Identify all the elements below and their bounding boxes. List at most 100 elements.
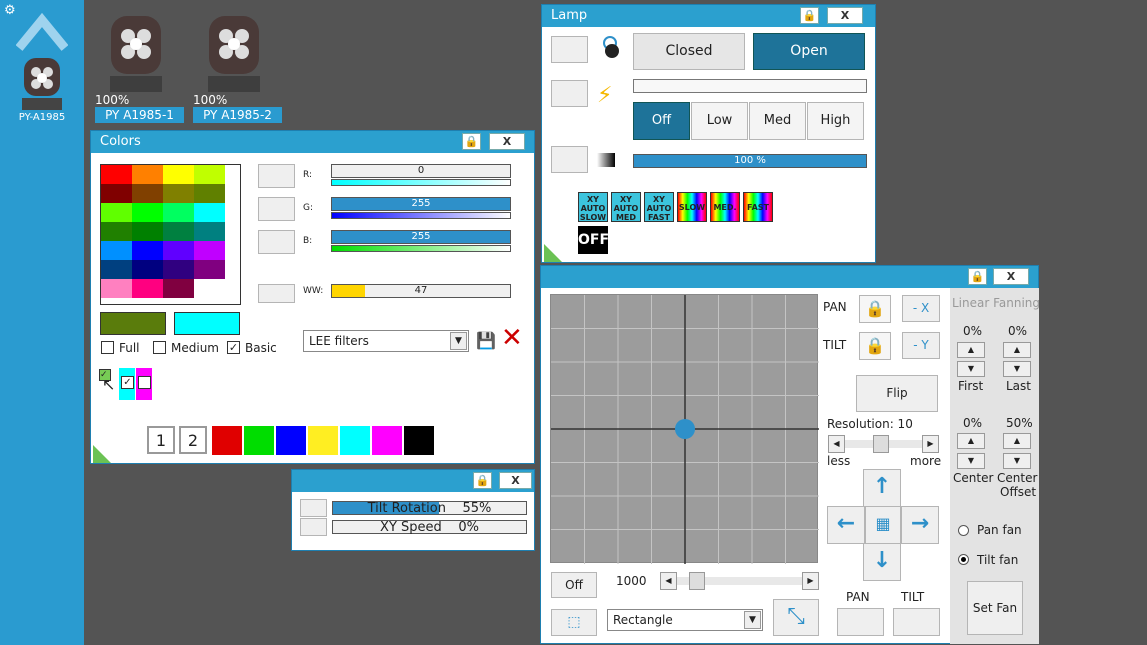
palette-swatch[interactable]	[132, 260, 163, 279]
offset-up-icon[interactable]: ▲	[1003, 433, 1031, 449]
up-arrow-icon[interactable]	[16, 12, 68, 52]
palette-swatch[interactable]	[101, 165, 132, 184]
page-button[interactable]: 2	[179, 426, 207, 454]
arrow-down-icon[interactable]: ↓	[863, 543, 901, 581]
ww-slider[interactable]: 47	[331, 284, 511, 298]
channel-button[interactable]	[258, 164, 295, 188]
palette-swatch[interactable]	[163, 165, 194, 184]
page-button[interactable]: 1	[147, 426, 175, 454]
option-checkbox[interactable]: ✓	[227, 341, 240, 354]
palette-swatch[interactable]	[194, 203, 225, 222]
invert-y-button[interactable]: - Y	[902, 332, 940, 359]
channel-button[interactable]	[258, 197, 295, 221]
dimmer-slider[interactable]: 100 %	[633, 154, 867, 168]
quick-color-swatch[interactable]	[404, 426, 434, 455]
speed-row-button[interactable]	[300, 499, 327, 517]
gear-icon[interactable]: ⚙	[4, 3, 16, 18]
cyan-channel-indicator[interactable]: ✓	[119, 368, 135, 400]
offset-down-icon[interactable]: ▼	[1003, 453, 1031, 469]
arrow-left-icon[interactable]: ←	[827, 506, 865, 544]
center-grid-icon[interactable]: ▦	[865, 506, 901, 544]
speed-left-icon[interactable]: ◀	[660, 572, 677, 590]
channel-slider[interactable]: 255	[331, 230, 511, 244]
tilt-preset-button[interactable]	[893, 608, 940, 636]
set-fan-button[interactable]: Set Fan	[967, 581, 1023, 635]
palette-swatch[interactable]	[101, 203, 132, 222]
pantilt-titlebar[interactable]: 🔒 X	[541, 266, 1038, 288]
palette-swatch[interactable]	[132, 184, 163, 203]
palette-swatch[interactable]	[132, 203, 163, 222]
off-macro-button[interactable]: OFF	[578, 226, 609, 254]
resolution-left-icon[interactable]: ◀	[828, 435, 845, 453]
fixture-1[interactable]: 100% PY A1985-1	[95, 14, 185, 124]
close-button[interactable]: X	[993, 268, 1029, 285]
first-down-icon[interactable]: ▼	[957, 361, 985, 377]
save-icon[interactable]: 💾	[476, 331, 496, 350]
flip-button[interactable]: Flip	[856, 375, 938, 412]
quick-color-swatch[interactable]	[372, 426, 402, 455]
option-checkbox[interactable]	[153, 341, 166, 354]
closed-button[interactable]: Closed	[633, 33, 745, 70]
option-checkbox[interactable]	[101, 341, 114, 354]
xy-pad[interactable]	[550, 294, 819, 564]
quick-color-swatch[interactable]	[340, 426, 370, 455]
lamp-mode-button[interactable]: Low	[691, 102, 748, 140]
tilt-fan-radio[interactable]	[958, 554, 969, 565]
color-palette[interactable]	[100, 164, 241, 305]
palette-swatch[interactable]	[163, 203, 194, 222]
palette-swatch[interactable]	[194, 165, 225, 184]
palette-swatch[interactable]	[132, 279, 163, 298]
filter-select[interactable]: LEE filters ▼	[303, 330, 469, 352]
channel-slider[interactable]: 255	[331, 197, 511, 211]
lamp-mode-button[interactable]: High	[807, 102, 864, 140]
close-button[interactable]: X	[827, 7, 863, 24]
pan-fan-radio[interactable]	[958, 525, 969, 536]
speed-thumb[interactable]	[689, 572, 705, 590]
palette-swatch[interactable]	[163, 184, 194, 203]
fixture-2[interactable]: 100% PY A1985-2	[193, 14, 283, 124]
lamp-titlebar[interactable]: Lamp 🔒 X	[542, 5, 875, 27]
lamp-mode-button[interactable]: Med	[749, 102, 806, 140]
center-down-icon[interactable]: ▼	[957, 453, 985, 469]
macro-button[interactable]: XY AUTO MED	[611, 192, 641, 222]
palette-swatch[interactable]	[163, 260, 194, 279]
palette-swatch[interactable]	[163, 279, 194, 298]
selection-shape-icon[interactable]: ⬚	[551, 609, 597, 636]
center-up-icon[interactable]: ▲	[957, 433, 985, 449]
moving-head-icon[interactable]	[20, 56, 64, 112]
palette-swatch[interactable]	[101, 260, 132, 279]
ww-button[interactable]	[258, 284, 295, 303]
current-color-swatch[interactable]	[100, 312, 166, 335]
power-bar[interactable]	[633, 79, 867, 93]
last-down-icon[interactable]: ▼	[1003, 361, 1031, 377]
close-button[interactable]: X	[499, 472, 532, 489]
chevron-down-icon[interactable]: ▼	[450, 332, 467, 350]
palette-swatch[interactable]	[101, 222, 132, 241]
invert-x-button[interactable]: - X	[902, 295, 940, 322]
quick-color-swatch[interactable]	[276, 426, 306, 455]
resolution-thumb[interactable]	[873, 435, 889, 453]
speed-titlebar[interactable]: 🔒 X	[292, 470, 534, 492]
palette-swatch[interactable]	[132, 165, 163, 184]
palette-swatch[interactable]	[194, 241, 225, 260]
speed-row-button[interactable]	[300, 518, 327, 536]
palette-swatch[interactable]	[194, 260, 225, 279]
shape-select[interactable]: Rectangle ▼	[607, 609, 763, 631]
position-marker[interactable]	[675, 419, 695, 439]
lamp-mode-button[interactable]: Off	[633, 102, 690, 140]
arrow-right-icon[interactable]: →	[901, 506, 939, 544]
quick-color-swatch[interactable]	[212, 426, 242, 455]
magenta-channel-indicator[interactable]	[136, 368, 152, 400]
close-button[interactable]: X	[489, 133, 525, 150]
chevron-down-icon[interactable]: ▼	[744, 611, 761, 629]
pan-lock-icon[interactable]: 🔒	[859, 295, 891, 323]
palette-swatch[interactable]	[132, 222, 163, 241]
quick-color-swatch[interactable]	[308, 426, 338, 455]
palette-swatch[interactable]	[101, 241, 132, 260]
palette-swatch[interactable]	[101, 279, 132, 298]
macro-button[interactable]: MED.	[710, 192, 740, 222]
delete-icon[interactable]: ✕	[501, 325, 523, 351]
target-color-swatch[interactable]	[174, 312, 240, 335]
resize-handle-icon[interactable]	[544, 244, 562, 262]
first-up-icon[interactable]: ▲	[957, 342, 985, 358]
